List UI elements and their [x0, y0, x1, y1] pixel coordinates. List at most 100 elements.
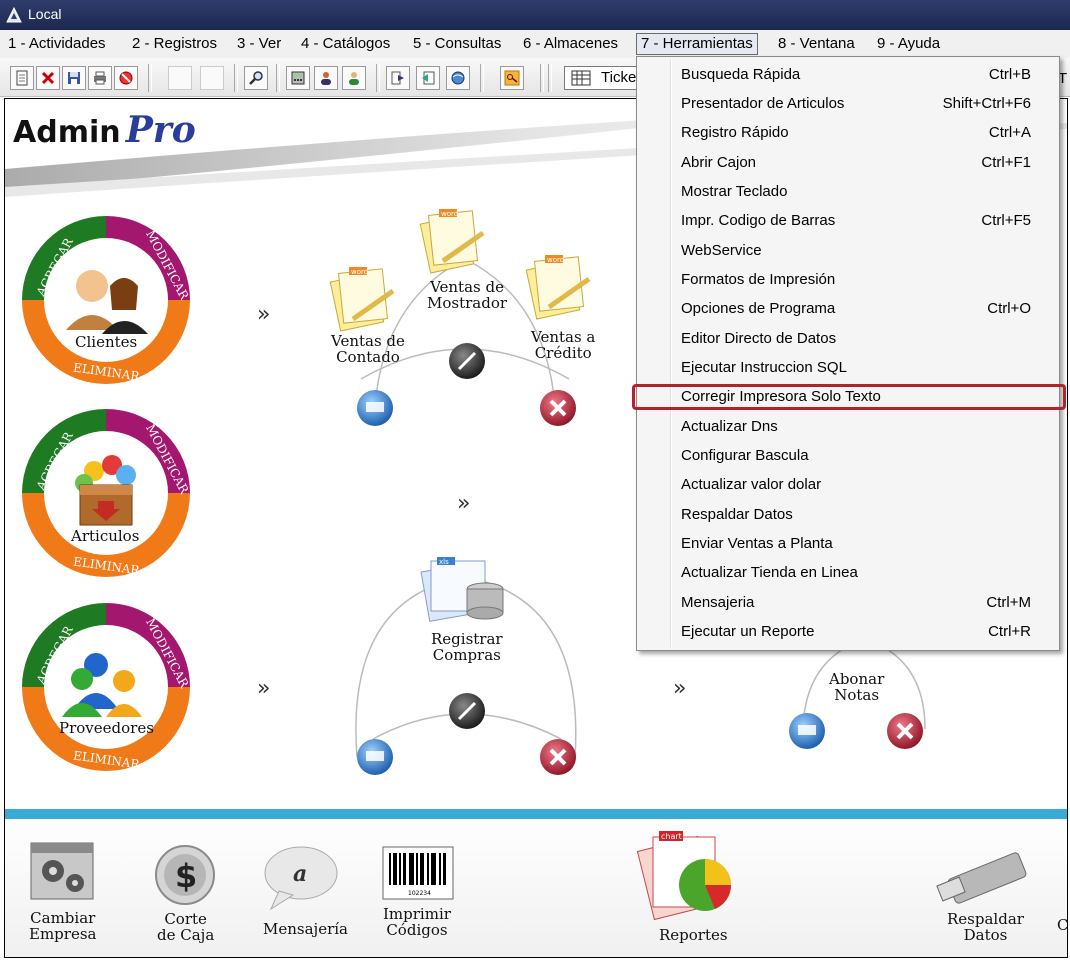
truncated-button[interactable]: C [1057, 917, 1067, 933]
import-button[interactable] [416, 66, 440, 90]
ventas-mostrador-label[interactable]: Ventas de Mostrador [427, 279, 507, 311]
respaldar-datos-button[interactable]: Respaldar Datos [947, 911, 1024, 943]
menu-item-abrir-cajon[interactable]: Abrir Cajon Ctrl+F1 [637, 148, 1059, 177]
stop-icon [119, 71, 133, 85]
menu-bar: 1 - Actividades 2 - Registros 3 - Ver 4 … [0, 30, 1070, 59]
search-button[interactable] [244, 66, 268, 90]
blank-button-1[interactable] [168, 66, 192, 90]
title-bar: Local [0, 0, 1070, 30]
user-icon [349, 72, 359, 85]
close-icon [41, 71, 55, 85]
svg-text:a: a [293, 861, 307, 887]
menu-item-ejecutar-reporte[interactable]: Ejecutar un Reporte Ctrl+R [637, 617, 1059, 646]
menu-item-impr-codigo-barras[interactable]: Impr. Codigo de Barras Ctrl+F5 [637, 206, 1059, 235]
svg-text:word: word [547, 256, 564, 264]
toolbar-separator [548, 64, 552, 92]
menu-item-actualizar-dolar[interactable]: Actualizar valor dolar [637, 470, 1059, 499]
herramientas-dropdown: Busqueda Rápida Ctrl+B Presentador de Art… [636, 56, 1060, 651]
menu-item-opciones-programa[interactable]: Opciones de Programa Ctrl+O [637, 294, 1059, 323]
menu-item-webservice[interactable]: WebService [637, 236, 1059, 265]
globe-button[interactable] [446, 66, 470, 90]
key-button[interactable] [500, 66, 524, 90]
database-icon: xls [420, 557, 504, 622]
clientes-label[interactable]: Clientes [75, 334, 137, 350]
corte-caja-button[interactable]: Corte de Caja [157, 911, 214, 943]
registrar-compras-label[interactable]: Registrar Compras [431, 631, 503, 663]
logo-admin: Admin [13, 115, 121, 150]
svg-text:chart: chart [661, 832, 682, 841]
ventas-contado-label[interactable]: Ventas de Contado [331, 333, 405, 365]
abonar-notas-label[interactable]: Abonar Notas [829, 671, 884, 703]
menu-item-configurar-bascula[interactable]: Configurar Bascula [637, 441, 1059, 470]
exit-arrow-icon [391, 71, 404, 85]
new-button[interactable] [10, 66, 34, 90]
barcode-icon: 102234 [382, 846, 454, 900]
svg-text:xls: xls [439, 558, 449, 566]
svg-text:word: word [441, 210, 458, 218]
user-group-icon [321, 72, 331, 85]
menu-item-registro-rapido[interactable]: Registro Rápido Ctrl+A [637, 118, 1059, 147]
menu-item-mensajeria[interactable]: Mensajeria Ctrl+M [637, 588, 1059, 617]
blank-button-2[interactable] [200, 66, 224, 90]
import-arrow-icon [422, 71, 435, 85]
delete-button[interactable] [36, 66, 60, 90]
cancel-button[interactable] [114, 66, 138, 90]
menu-item-formatos-impresion[interactable]: Formatos de Impresión [637, 265, 1059, 294]
menu-ventana[interactable]: 8 - Ventana [774, 34, 859, 54]
menu-item-enviar-ventas[interactable]: Enviar Ventas a Planta [637, 529, 1059, 558]
flow-chevron: » [257, 676, 271, 701]
articulos-label[interactable]: Articulos [71, 528, 139, 544]
menu-item-respaldar-datos[interactable]: Respaldar Datos [637, 500, 1059, 529]
menu-item-editor-directo-datos[interactable]: Editor Directo de Datos [637, 324, 1059, 353]
highlight-annotation [632, 384, 1066, 410]
menu-ayuda[interactable]: 9 - Ayuda [873, 34, 944, 54]
app-logo: Admin Pro [13, 109, 196, 151]
user-button[interactable] [342, 66, 366, 90]
menu-item-actualizar-tienda[interactable]: Actualizar Tienda en Linea [637, 558, 1059, 587]
menu-herramientas[interactable]: 7 - Herramientas [636, 33, 758, 55]
save-button[interactable] [62, 66, 86, 90]
flow-chevron: » [457, 491, 471, 516]
settings-gear-icon [30, 842, 94, 900]
money-icon: $ [155, 845, 215, 905]
app-icon [6, 7, 22, 23]
menu-consultas[interactable]: 5 - Consultas [409, 34, 505, 54]
magnifier-icon [249, 71, 263, 85]
toolbar-separator [276, 64, 280, 92]
calculator-button[interactable] [286, 66, 310, 90]
printer-icon [94, 71, 106, 85]
print-button[interactable] [88, 66, 112, 90]
flow-chevron: » [257, 302, 271, 327]
mensajeria-button[interactable]: Mensajería [263, 921, 348, 937]
toolbar-separator [148, 64, 152, 92]
cambiar-empresa-button[interactable]: Cambiar Empresa [29, 910, 96, 942]
ticket-combo[interactable]: Ticke [564, 66, 644, 90]
ring-proveedores [22, 603, 190, 771]
globe-icon [451, 71, 465, 85]
imprimir-codigos-button[interactable]: Imprimir Códigos [383, 906, 451, 938]
svg-text:$: $ [175, 857, 197, 895]
menu-item-actualizar-dns[interactable]: Actualizar Dns [637, 412, 1059, 441]
toolbar-separator [234, 64, 238, 92]
reportes-button[interactable]: Reportes [659, 927, 728, 943]
menu-item-mostrar-teclado[interactable]: Mostrar Teclado [637, 177, 1059, 206]
document-icon: word [329, 267, 395, 332]
grid-icon [571, 70, 591, 86]
key-icon [504, 70, 520, 86]
exit-button[interactable] [386, 66, 410, 90]
menu-actividades[interactable]: 1 - Actividades [4, 34, 110, 54]
menu-registros[interactable]: 2 - Registros [128, 34, 221, 54]
svg-text:word: word [351, 268, 368, 276]
calculator-icon [291, 71, 305, 85]
menu-item-busqueda-rapida[interactable]: Busqueda Rápida Ctrl+B [637, 60, 1059, 89]
menu-ver[interactable]: 3 - Ver [233, 34, 285, 54]
accent-bar [5, 809, 1067, 819]
menu-item-ejecutar-sql[interactable]: Ejecutar Instruccion SQL [637, 353, 1059, 382]
menu-catalogos[interactable]: 4 - Catálogos [297, 34, 394, 54]
proveedores-label[interactable]: Proveedores [59, 720, 154, 736]
users-button[interactable] [314, 66, 338, 90]
menu-almacenes[interactable]: 6 - Almacenes [519, 34, 622, 54]
menu-item-presentador-articulos[interactable]: Presentador de Articulos Shift+Ctrl+F6 [637, 89, 1059, 118]
document-icon: word [419, 209, 485, 274]
ventas-credito-label[interactable]: Ventas a Crédito [531, 329, 595, 361]
